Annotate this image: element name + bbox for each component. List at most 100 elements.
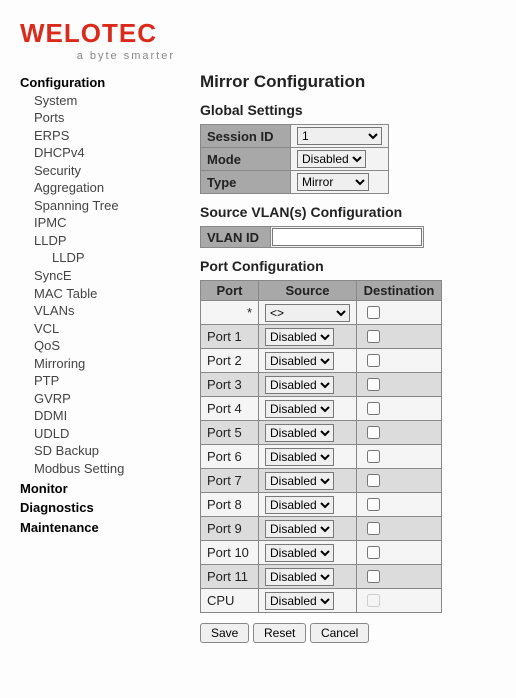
nav-item-mirroring[interactable]: Mirroring	[20, 355, 170, 373]
nav-item-aggregation[interactable]: Aggregation	[20, 179, 170, 197]
select-source[interactable]: Disabled	[265, 328, 334, 346]
checkbox-dest[interactable]	[367, 426, 380, 439]
nav-item-ptp[interactable]: PTP	[20, 372, 170, 390]
checkbox-dest[interactable]	[367, 570, 380, 583]
page-title: Mirror Configuration	[200, 72, 496, 92]
port-cell: Port 7	[201, 469, 259, 493]
checkbox-dest[interactable]	[367, 378, 380, 391]
port-cell: Port 9	[201, 517, 259, 541]
nav-item-spanning-tree[interactable]: Spanning Tree	[20, 197, 170, 215]
nav-item-vlans[interactable]: VLANs	[20, 302, 170, 320]
svg-text:WELOTEC: WELOTEC	[20, 18, 157, 48]
port-cell: Port 4	[201, 397, 259, 421]
select-mode[interactable]: Disabled	[297, 150, 366, 168]
nav-item-erps[interactable]: ERPS	[20, 127, 170, 145]
nav-item-gvrp[interactable]: GVRP	[20, 390, 170, 408]
select-source-wildcard[interactable]: <>	[265, 304, 350, 322]
port-cell: Port 8	[201, 493, 259, 517]
cancel-button[interactable]: Cancel	[310, 623, 369, 643]
table-row: Port 6 Disabled	[201, 445, 442, 469]
nav-heading-configuration[interactable]: Configuration	[20, 74, 170, 92]
select-source[interactable]: Disabled	[265, 568, 334, 586]
port-cell: CPU	[201, 589, 259, 613]
button-bar: Save Reset Cancel	[200, 623, 496, 643]
port-cell: Port 3	[201, 373, 259, 397]
table-row: Port 4 Disabled	[201, 397, 442, 421]
input-vlan-id[interactable]	[272, 228, 422, 246]
nav-item-ipmc[interactable]: IPMC	[20, 214, 170, 232]
col-destination: Destination	[357, 281, 442, 301]
port-cell: Port 1	[201, 325, 259, 349]
select-source[interactable]: Disabled	[265, 496, 334, 514]
port-cell: Port 11	[201, 565, 259, 589]
table-row: Port 10 Disabled	[201, 541, 442, 565]
nav-item-lldp[interactable]: LLDP	[20, 232, 170, 250]
nav-item-qos[interactable]: QoS	[20, 337, 170, 355]
brand-logo: WELOTEC	[0, 0, 516, 52]
table-row: Port 11 Disabled	[201, 565, 442, 589]
select-type[interactable]: Mirror	[297, 173, 369, 191]
select-source[interactable]: Disabled	[265, 448, 334, 466]
checkbox-dest[interactable]	[367, 546, 380, 559]
nav-item-dhcpv4[interactable]: DHCPv4	[20, 144, 170, 162]
port-cell: Port 10	[201, 541, 259, 565]
checkbox-dest[interactable]	[367, 402, 380, 415]
checkbox-dest[interactable]	[367, 354, 380, 367]
nav-item-security[interactable]: Security	[20, 162, 170, 180]
checkbox-dest[interactable]	[367, 522, 380, 535]
label-mode: Mode	[201, 148, 291, 171]
section-vlan: Source VLAN(s) Configuration	[200, 204, 496, 220]
nav-item-vcl[interactable]: VCL	[20, 320, 170, 338]
nav-heading-maintenance[interactable]: Maintenance	[20, 519, 170, 537]
sidebar-nav: Configuration SystemPortsERPSDHCPv4Secur…	[20, 72, 170, 643]
global-settings-table: Session ID 1 Mode Disabled Type Mirror	[200, 124, 389, 194]
port-cell: Port 2	[201, 349, 259, 373]
label-type: Type	[201, 171, 291, 194]
brand-tagline: a byte smarter	[0, 50, 175, 62]
checkbox-dest[interactable]	[367, 450, 380, 463]
select-source[interactable]: Disabled	[265, 424, 334, 442]
nav-item-system[interactable]: System	[20, 92, 170, 110]
select-source[interactable]: Disabled	[265, 592, 334, 610]
nav-subitem-lldp[interactable]: LLDP	[20, 249, 170, 267]
port-cell: Port 6	[201, 445, 259, 469]
label-vlan-id: VLAN ID	[201, 227, 271, 248]
section-global: Global Settings	[200, 102, 496, 118]
port-cell: Port 5	[201, 421, 259, 445]
select-source[interactable]: Disabled	[265, 400, 334, 418]
nav-item-ports[interactable]: Ports	[20, 109, 170, 127]
table-row: Port 3 Disabled	[201, 373, 442, 397]
vlan-table: VLAN ID	[200, 226, 424, 248]
nav-item-udld[interactable]: UDLD	[20, 425, 170, 443]
nav-item-sd-backup[interactable]: SD Backup	[20, 442, 170, 460]
select-source[interactable]: Disabled	[265, 520, 334, 538]
select-source[interactable]: Disabled	[265, 544, 334, 562]
reset-button[interactable]: Reset	[253, 623, 306, 643]
nav-item-mac-table[interactable]: MAC Table	[20, 285, 170, 303]
label-session-id: Session ID	[201, 125, 291, 148]
main-content: Mirror Configuration Global Settings Ses…	[200, 72, 496, 643]
port-config-table: Port Source Destination * <> Port 1 Disable…	[200, 280, 442, 613]
nav-item-ddmi[interactable]: DDMI	[20, 407, 170, 425]
table-row: Port 9 Disabled	[201, 517, 442, 541]
select-source[interactable]: Disabled	[265, 472, 334, 490]
select-session-id[interactable]: 1	[297, 127, 382, 145]
nav-heading-diagnostics[interactable]: Diagnostics	[20, 499, 170, 517]
section-port: Port Configuration	[200, 258, 496, 274]
col-source: Source	[259, 281, 357, 301]
port-wildcard: *	[201, 301, 259, 325]
table-row: Port 7 Disabled	[201, 469, 442, 493]
select-source[interactable]: Disabled	[265, 376, 334, 394]
select-source[interactable]: Disabled	[265, 352, 334, 370]
checkbox-dest[interactable]	[367, 474, 380, 487]
save-button[interactable]: Save	[200, 623, 249, 643]
checkbox-dest[interactable]	[367, 498, 380, 511]
nav-item-modbus-setting[interactable]: Modbus Setting	[20, 460, 170, 478]
nav-item-synce[interactable]: SyncE	[20, 267, 170, 285]
checkbox-dest[interactable]	[367, 330, 380, 343]
nav-heading-monitor[interactable]: Monitor	[20, 480, 170, 498]
table-row: Port 5 Disabled	[201, 421, 442, 445]
table-row: Port 8 Disabled	[201, 493, 442, 517]
col-port: Port	[201, 281, 259, 301]
checkbox-dest-wildcard[interactable]	[367, 306, 380, 319]
